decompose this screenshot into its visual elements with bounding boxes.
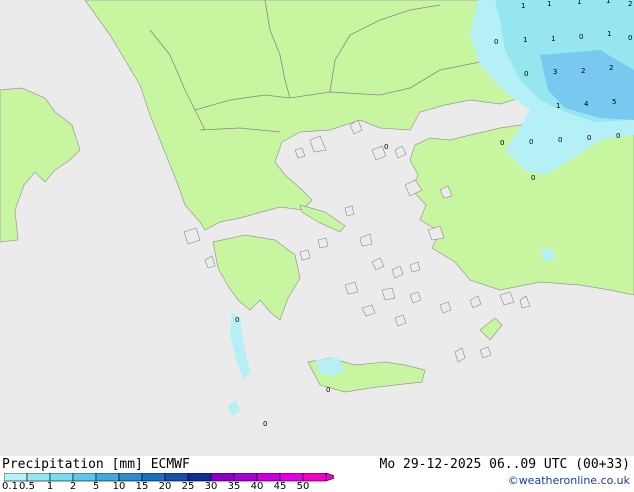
scale-swatch <box>164 473 189 482</box>
scale-swatch <box>187 473 212 482</box>
value-label: 0 <box>263 420 267 428</box>
value-label: 0 <box>524 70 528 78</box>
scale-swatch <box>302 473 327 482</box>
valid-datetime: Mo 29-12-2025 06..09 UTC (00+33) <box>379 457 630 472</box>
value-label: 0 <box>587 134 591 142</box>
product-title: Precipitation [mm] ECMWF <box>2 457 190 472</box>
scale-tick-label: 20 <box>158 481 172 492</box>
scale-swatch <box>118 473 143 482</box>
value-label: 0 <box>384 143 388 151</box>
scale-swatch <box>210 473 235 482</box>
value-label: 1 <box>577 0 581 6</box>
scale-tick-label: 45 <box>273 481 287 492</box>
value-label: 1 <box>606 0 610 5</box>
value-label: 3 <box>553 68 557 76</box>
value-label: 1 <box>556 102 560 110</box>
scale-tick-label: 15 <box>135 481 149 492</box>
value-label: 0 <box>628 34 632 42</box>
value-label: 1 <box>607 30 611 38</box>
scale-tick-label: 40 <box>250 481 264 492</box>
value-label: 0 <box>235 316 239 324</box>
value-label: 0 <box>616 132 620 140</box>
scale-tick-label: 1 <box>46 481 54 492</box>
value-label: 0 <box>326 386 330 394</box>
scale-tick-label: 35 <box>227 481 241 492</box>
scale-swatch <box>49 473 74 482</box>
value-label: 2 <box>628 0 632 8</box>
scale-tick-label: 25 <box>181 481 195 492</box>
value-label: 2 <box>581 67 585 75</box>
value-label: 1 <box>551 35 555 43</box>
scale-swatch <box>95 473 120 482</box>
scale-swatch <box>26 473 51 482</box>
value-label: 2 <box>609 64 613 72</box>
precipitation-map: 1 1 1 1 2 0 1 1 0 1 0 3 2 2 1 4 5 0 0 0 … <box>0 0 634 456</box>
scale-swatch <box>141 473 166 482</box>
value-label: 0 <box>531 174 535 182</box>
value-label: 1 <box>523 36 527 44</box>
credit-link[interactable]: ©weatheronline.co.uk <box>508 474 630 487</box>
value-label: 5 <box>612 98 616 106</box>
scale-swatch <box>256 473 281 482</box>
scale-swatch <box>4 473 28 482</box>
scale-arrow <box>325 473 334 482</box>
value-label: 0 <box>558 136 562 144</box>
scale-tick-label: 2 <box>69 481 77 492</box>
scale-tick-label: 0.1 <box>2 481 18 492</box>
value-label: 0 <box>529 138 533 146</box>
value-label: 0 <box>494 38 498 46</box>
scale-swatch <box>279 473 304 482</box>
scale-tick-label: 5 <box>92 481 100 492</box>
scale-swatch <box>72 473 97 482</box>
map-canvas: 1 1 1 1 2 0 1 1 0 1 0 3 2 2 1 4 5 0 0 0 … <box>0 0 634 456</box>
value-label: 1 <box>547 0 551 8</box>
scale-tick-label: 10 <box>112 481 126 492</box>
value-label: 0 <box>500 139 504 147</box>
scale-swatch <box>233 473 258 482</box>
footer: Precipitation [mm] ECMWF Mo 29-12-2025 0… <box>0 456 634 492</box>
scale-tick-label: 50 <box>296 481 310 492</box>
scale-tick-label: 0.5 <box>19 481 35 492</box>
value-label: 1 <box>521 2 525 10</box>
value-label: 0 <box>579 33 583 41</box>
value-label: 4 <box>584 100 589 108</box>
scale-tick-label: 30 <box>204 481 218 492</box>
